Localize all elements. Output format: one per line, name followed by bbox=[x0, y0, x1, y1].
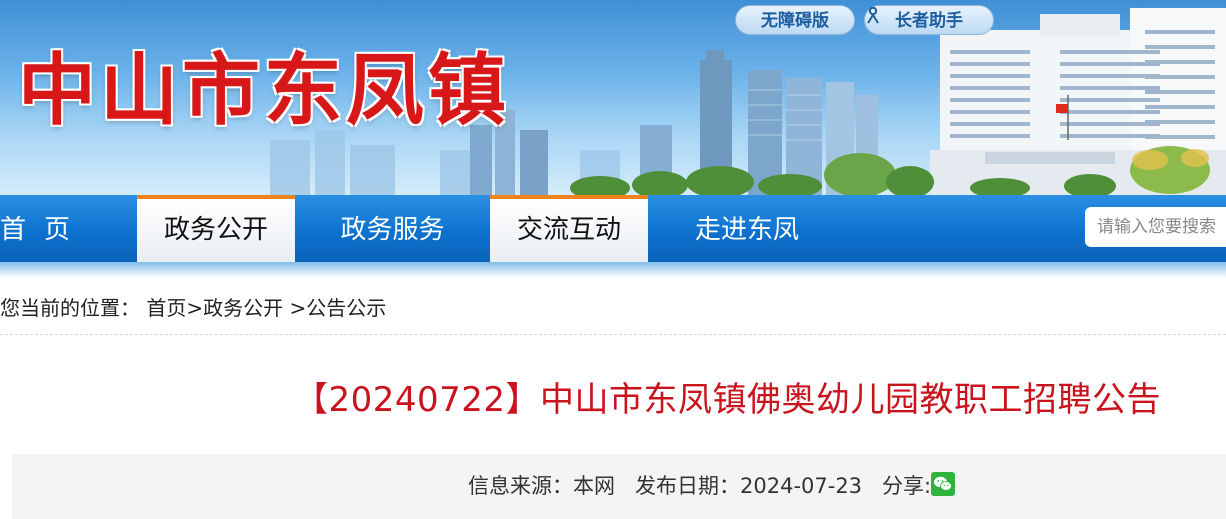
nav-item-home[interactable]: 首页 bbox=[0, 195, 92, 262]
date-label: 发布日期： bbox=[635, 474, 740, 498]
article-title: 【20240722】中山市东凤镇佛奥幼儿园教职工招聘公告 bbox=[294, 380, 1162, 420]
breadcrumb-separator: > bbox=[186, 296, 204, 320]
breadcrumb-separator: > bbox=[283, 296, 307, 320]
accessible-version-button[interactable]: 无障碍版 bbox=[735, 5, 855, 35]
breadcrumb-home-link[interactable]: 首页 bbox=[146, 296, 186, 320]
breadcrumb-section-link[interactable]: 政务公开 bbox=[203, 296, 283, 320]
share-label: 分享: bbox=[882, 474, 932, 498]
elder-assistant-button[interactable]: 长者助手 bbox=[864, 5, 994, 35]
person-icon bbox=[867, 6, 879, 24]
breadcrumb-current-link[interactable]: 公告公示 bbox=[306, 296, 386, 320]
publish-date: 2024-07-23 bbox=[740, 474, 863, 498]
breadcrumb: 您当前的位置： 首页>政务公开 >公告公示 bbox=[0, 292, 386, 321]
nav-shadow bbox=[0, 262, 1226, 278]
nav-item-about-dongfeng[interactable]: 走进东凤 bbox=[652, 195, 842, 262]
elder-assistant-label: 长者助手 bbox=[895, 11, 963, 31]
breadcrumb-divider bbox=[0, 334, 1226, 335]
breadcrumb-prefix: 您当前的位置： bbox=[0, 296, 140, 320]
main-nav: 首页 政务公开 政务服务 交流互动 走进东凤 bbox=[0, 195, 1226, 262]
source-value: 本网 bbox=[573, 474, 615, 498]
source-label: 信息来源： bbox=[468, 474, 573, 498]
nav-item-interaction[interactable]: 交流互动 bbox=[490, 195, 648, 262]
nav-item-government-affairs-open[interactable]: 政务公开 bbox=[137, 195, 295, 262]
article-meta: 信息来源：本网 发布日期：2024-07-23 分享: bbox=[468, 470, 956, 500]
nav-item-government-services[interactable]: 政务服务 bbox=[300, 195, 485, 262]
search-input[interactable] bbox=[1085, 207, 1226, 247]
wechat-icon[interactable] bbox=[931, 472, 956, 496]
site-title: 中山市东凤镇 bbox=[18, 46, 511, 136]
header-banner: 中山市东凤镇 无障碍版 长者助手 bbox=[0, 0, 1226, 195]
